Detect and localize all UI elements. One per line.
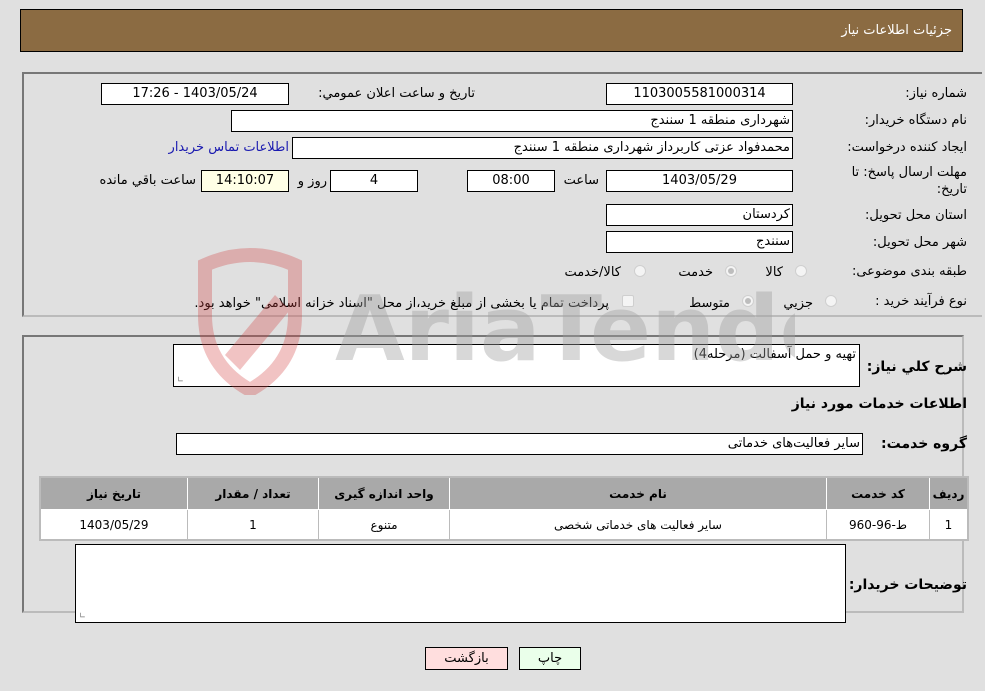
category-label: طبقه بندی موضوعی: [851,264,967,279]
resize-grip-icon[interactable]: ∟ [78,612,86,620]
back-button[interactable]: بازگشت [425,647,508,670]
resize-grip-icon[interactable]: ∟ [176,376,184,384]
creator-label: ایجاد کننده درخواست: [847,140,967,155]
remaining-time-label: ساعت باقي مانده [99,173,196,188]
treasury-checkbox-label: پرداخت تمام یا بخشی از مبلغ خرید،از محل … [194,296,609,311]
city-field: سنندج [606,231,793,253]
deadline-date-field: 1403/05/29 [606,170,793,192]
cell-service-code: ط-96-960 [826,509,930,541]
days-label: روز و [297,174,327,189]
creator-field: محمدفواد عزتی کاربرداز شهرداری منطقه 1 س… [292,137,793,159]
page-title: جزئیات اطلاعات نیاز [841,23,952,38]
column-header-service-name: نام خدمت [449,476,827,510]
category-option-service: خدمت [678,265,713,280]
need-info-panel [22,72,982,317]
days-remaining-field: 4 [330,170,418,192]
buyer-notes-textarea[interactable]: ∟ [75,544,846,623]
category-radio-goods[interactable] [795,265,807,277]
purchase-type-radio-minor[interactable] [825,295,837,307]
remaining-time-field: 14:10:07 [201,170,289,192]
buyer-org-field: شهرداری منطقه 1 سنندج [231,110,793,132]
summary-text: تهیه و حمل آسفالت (مرحله4) [693,347,856,362]
buyer-notes-label: توضیحات خریدار: [848,577,967,593]
purchase-type-option-minor: جزيي [783,296,813,311]
buyer-org-label: نام دستگاه خریدار: [864,113,967,128]
deadline-time-label: ساعت [563,173,599,188]
cell-service-name: سایر فعالیت های خدماتی شخصی [449,509,827,541]
need-number-field: 1103005581000314 [606,83,793,105]
table-row: 1 ط-96-960 سایر فعالیت های خدماتی شخصی م… [39,509,969,541]
purchase-type-label: نوع فرآیند خرید : [875,294,967,309]
print-button[interactable]: چاپ [519,647,581,670]
purchase-type-radio-medium[interactable] [742,295,754,307]
announce-datetime-field: 1403/05/24 - 17:26 [101,83,289,105]
deadline-label-line1: مهلت ارسال پاسخ: تا [851,165,967,180]
deadline-time-field: 08:00 [467,170,555,192]
announce-datetime-label: تاریخ و ساعت اعلان عمومي: [318,86,475,101]
purchase-type-option-medium: متوسط [689,296,730,311]
deadline-label-line2: تاریخ: [936,182,967,197]
summary-textarea[interactable]: تهیه و حمل آسفالت (مرحله4) ∟ [173,344,860,387]
column-header-row-number: ردیف [929,476,969,510]
category-radio-goods-service[interactable] [634,265,646,277]
buyer-contact-link[interactable]: اطلاعات تماس خریدار [169,140,289,155]
column-header-quantity: تعداد / مقدار [187,476,319,510]
services-heading: اطلاعات خدمات مورد نیاز [791,396,967,412]
treasury-checkbox[interactable] [622,295,634,307]
table-header-row: ردیف کد خدمت نام خدمت واحد اندازه گیری ت… [39,476,969,510]
service-group-field: سایر فعالیت‌های خدماتی [176,433,863,455]
cell-need-date: 1403/05/29 [39,509,188,541]
category-option-goods-service: کالا/خدمت [564,265,621,280]
cell-unit: متنوع [318,509,450,541]
page-header: جزئیات اطلاعات نیاز [20,9,963,52]
services-table: ردیف کد خدمت نام خدمت واحد اندازه گیری ت… [39,476,969,541]
cell-row-number: 1 [929,509,969,541]
province-label: استان محل تحویل: [865,208,967,223]
city-label: شهر محل تحویل: [872,235,967,250]
category-radio-service[interactable] [725,265,737,277]
need-number-label: شماره نیاز: [905,86,967,101]
column-header-need-date: تاریخ نیاز [39,476,188,510]
service-group-label: گروه خدمت: [881,436,967,452]
column-header-service-code: کد خدمت [826,476,930,510]
summary-label: شرح کلي نیاز: [866,359,967,375]
column-header-unit: واحد اندازه گیری [318,476,450,510]
province-field: کردستان [606,204,793,226]
category-option-goods: کالا [765,265,783,280]
cell-quantity: 1 [187,509,319,541]
